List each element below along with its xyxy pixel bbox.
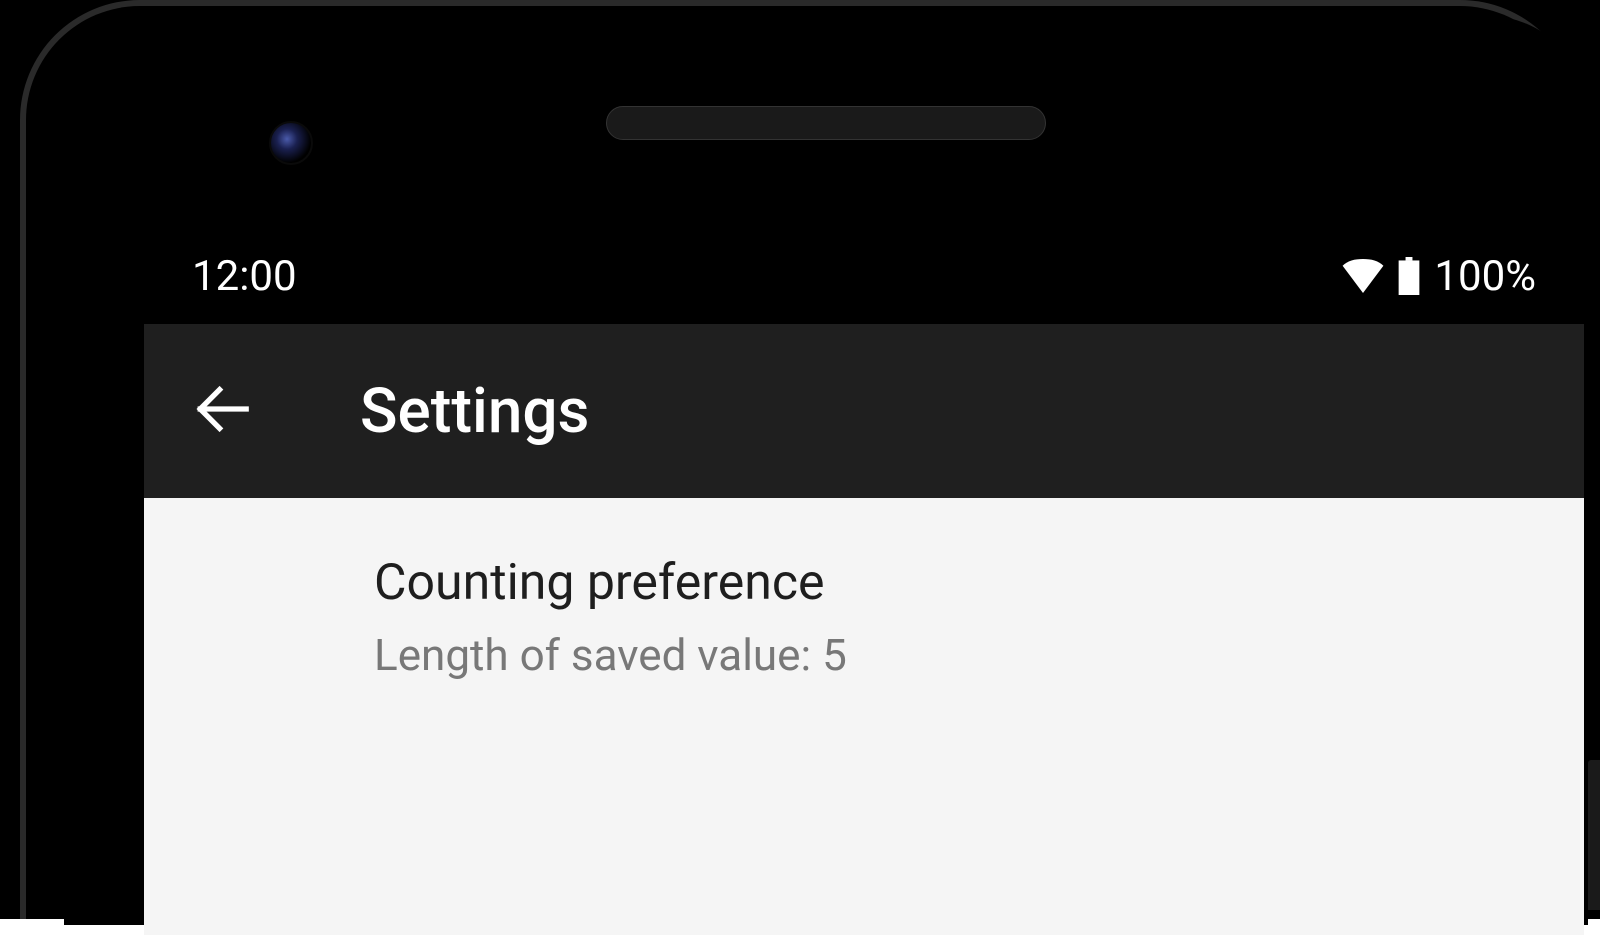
- battery-percent: 100%: [1434, 252, 1536, 301]
- phone-frame: 12:00 100%: [20, 0, 1580, 919]
- back-button[interactable]: [192, 381, 252, 441]
- page-title: Settings: [360, 375, 589, 448]
- preference-title: Counting preference: [374, 550, 1584, 618]
- phone-camera: [269, 121, 313, 165]
- status-bar-left: 12:00: [192, 252, 297, 301]
- preference-counting[interactable]: Counting preference Length of saved valu…: [144, 550, 1584, 688]
- status-bar-right: 100%: [1342, 252, 1536, 301]
- phone-speaker: [606, 106, 1046, 140]
- app-bar: Settings: [144, 324, 1584, 498]
- status-bar: 12:00 100%: [144, 228, 1584, 324]
- wifi-icon: [1342, 259, 1384, 293]
- arrow-back-icon: [193, 380, 251, 442]
- phone-inner: 12:00 100%: [64, 16, 1588, 925]
- battery-icon: [1398, 257, 1420, 295]
- phone-side-button: [1588, 760, 1600, 910]
- phone-screen: 12:00 100%: [144, 228, 1584, 935]
- settings-content: Counting preference Length of saved valu…: [144, 498, 1584, 688]
- status-time: 12:00: [192, 252, 297, 301]
- preference-summary: Length of saved value: 5: [374, 622, 1584, 688]
